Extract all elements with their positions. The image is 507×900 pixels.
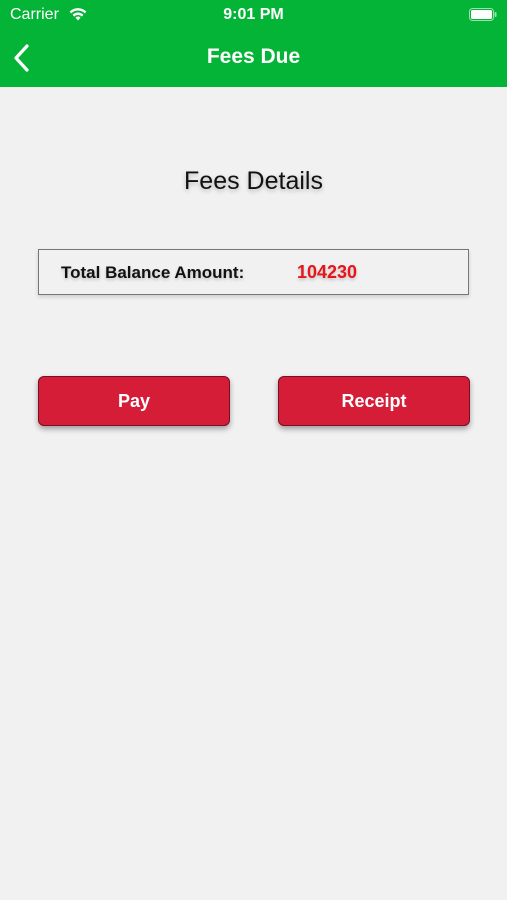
section-title: Fees Details bbox=[184, 167, 323, 195]
status-time: 9:01 PM bbox=[223, 6, 284, 23]
status-bar: Carrier 9:01 PM bbox=[0, 0, 507, 30]
pay-button[interactable]: Pay bbox=[38, 376, 230, 426]
battery-icon bbox=[469, 8, 497, 21]
page-title: Fees Due bbox=[206, 45, 301, 68]
receipt-button[interactable]: Receipt bbox=[278, 376, 470, 426]
balance-label: Total Balance Amount: bbox=[61, 263, 245, 282]
app-header: Carrier 9:01 PM Fees Due bbox=[0, 0, 507, 87]
balance-card: Total Balance Amount: 104230 bbox=[38, 249, 469, 295]
balance-value: 104230 bbox=[297, 262, 358, 282]
